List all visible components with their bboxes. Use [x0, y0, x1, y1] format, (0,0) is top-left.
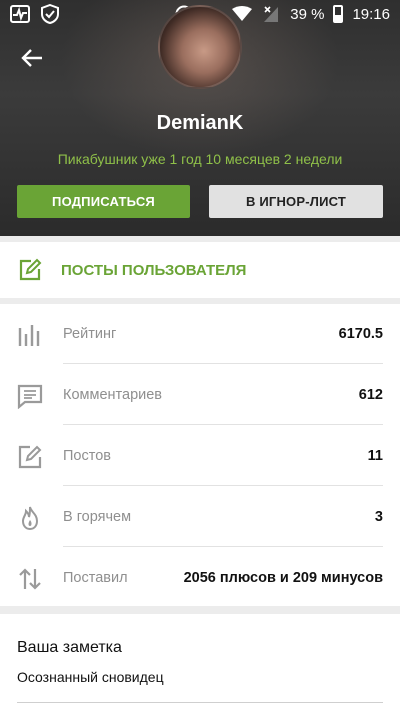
stat-row-comments: Комментариев 612 [0, 365, 400, 425]
edit-post-icon [18, 258, 42, 282]
stat-value: 612 [358, 387, 383, 403]
divider [63, 485, 383, 486]
stat-value: 3 [374, 509, 383, 525]
battery-icon [333, 5, 344, 23]
member-since: Пикабушник уже 1 год 10 месяцев 2 недели [57, 151, 343, 167]
divider [63, 424, 383, 425]
wifi-icon [232, 4, 253, 24]
ignore-list-button[interactable]: В ИГНОР-ЛИСТ [209, 185, 383, 218]
up-down-arrows-icon [17, 566, 43, 592]
divider [63, 546, 383, 547]
stats-card: Рейтинг 6170.5 Комментариев 612 Постов 1… [0, 304, 400, 606]
note-text[interactable]: Осознанный сновидец [17, 669, 164, 685]
avatar [158, 5, 242, 89]
stat-value: 6170.5 [338, 326, 383, 342]
stat-label: Постов [63, 448, 111, 464]
stat-label: В горячем [63, 509, 132, 525]
shield-icon [40, 4, 60, 24]
edit-post-icon [17, 444, 43, 470]
activity-icon [10, 4, 30, 24]
clock: 19:16 [352, 5, 390, 23]
subscribe-button[interactable]: ПОДПИСАТЬСЯ [17, 185, 190, 218]
battery-percent: 39 % [290, 5, 325, 23]
stat-row-hot: В горячем 3 [0, 487, 400, 547]
stat-label: Комментариев [63, 387, 162, 403]
stat-row-votes: Поставил 2056 плюсов и 209 минусов [0, 548, 400, 608]
stat-row-posts: Постов 11 [0, 426, 400, 486]
stat-value: 2056 плюсов и 209 минусов [183, 570, 383, 586]
stat-label: Рейтинг [63, 326, 117, 342]
profile-header: 39 % 19:16 DemianK Пикабушник уже 1 год … [0, 0, 400, 236]
user-posts-label: ПОСТЫ ПОЛЬЗОВАТЕЛЯ [61, 262, 247, 279]
rating-bars-icon [17, 322, 43, 348]
note-card[interactable]: Ваша заметка Осознанный сновидец [0, 614, 400, 711]
user-posts-link[interactable]: ПОСТЫ ПОЛЬЗОВАТЕЛЯ [0, 242, 400, 298]
divider [17, 702, 383, 703]
stat-row-rating: Рейтинг 6170.5 [0, 304, 400, 364]
username: DemianK [156, 112, 244, 134]
fire-icon [17, 505, 43, 531]
stat-value: 11 [367, 448, 383, 464]
note-title: Ваша заметка [17, 639, 122, 656]
signal-icon [261, 4, 281, 24]
comment-icon [17, 383, 43, 410]
back-arrow-icon[interactable] [18, 44, 46, 72]
divider [63, 363, 383, 364]
stat-label: Поставил [63, 570, 128, 586]
